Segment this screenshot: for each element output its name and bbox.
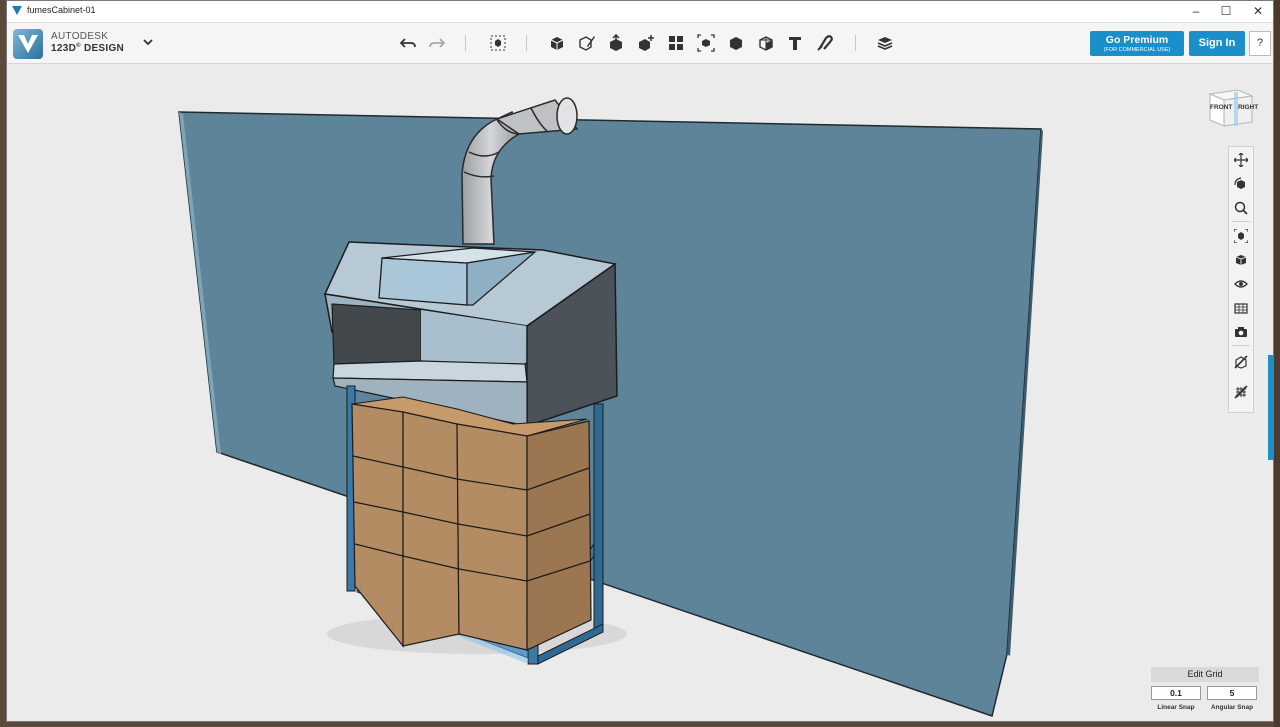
help-button[interactable]: ? (1249, 31, 1271, 56)
pan-icon[interactable] (1232, 151, 1250, 169)
3d-scene[interactable] (7, 64, 1274, 722)
combine-icon[interactable] (725, 32, 747, 54)
grid-panel: Edit Grid 0.1 5 Linear Snap Angular Snap (1151, 667, 1259, 717)
brand-product: 123D® DESIGN (51, 43, 125, 54)
side-panel-tab[interactable] (1268, 355, 1274, 460)
visibility-icon[interactable] (1232, 275, 1250, 293)
toolbar-divider (465, 35, 466, 51)
redo-icon[interactable] (426, 32, 448, 54)
fit-icon[interactable] (1232, 227, 1250, 245)
linear-snap-field[interactable]: 0.1 (1151, 686, 1201, 700)
zoom-icon[interactable] (1232, 199, 1250, 217)
edit-grid-button[interactable]: Edit Grid (1151, 667, 1259, 682)
hide-sketch-icon[interactable] (1232, 353, 1250, 371)
nav-divider (1232, 345, 1250, 346)
nav-divider (1232, 221, 1250, 222)
title-bar: fumesCabinet-01 – ☐ ✕ (7, 1, 1273, 23)
navigation-bar (1228, 146, 1254, 413)
text-icon[interactable] (784, 32, 806, 54)
primitives-icon[interactable] (546, 32, 568, 54)
linear-snap-label: Linear Snap (1157, 704, 1195, 711)
window-title: fumesCabinet-01 (27, 5, 96, 15)
snap-icon[interactable] (814, 32, 836, 54)
main-toolbar: AUTODESK 123D® DESIGN Go Premium (FOR CO… (7, 23, 1273, 64)
close-button[interactable]: ✕ (1243, 1, 1273, 22)
measure-icon[interactable] (755, 32, 777, 54)
material-icon[interactable] (874, 32, 896, 54)
hide-grid-icon[interactable] (1232, 383, 1250, 401)
3d-viewport[interactable]: FRONT RIGHT Edit Grid 0.1 5 Linear Snap … (7, 64, 1273, 721)
group-icon[interactable] (695, 32, 717, 54)
sketch-icon[interactable] (576, 32, 598, 54)
pattern-icon[interactable] (665, 32, 687, 54)
minimize-button[interactable]: – (1181, 1, 1211, 22)
material-view-icon[interactable] (1232, 299, 1250, 317)
toolbar-divider (526, 35, 527, 51)
view-cube-right[interactable]: RIGHT (1238, 104, 1258, 111)
angular-snap-field[interactable]: 5 (1207, 686, 1257, 700)
go-premium-button[interactable]: Go Premium (FOR COMMERCIAL USE) (1090, 31, 1184, 56)
cardboard-boxes[interactable] (351, 396, 592, 651)
app-logo-icon[interactable] (13, 29, 43, 59)
app-menu-chevron-icon[interactable] (143, 35, 153, 49)
perspective-icon[interactable] (1232, 251, 1250, 269)
view-cube-front[interactable]: FRONT (1210, 104, 1232, 111)
maximize-button[interactable]: ☐ (1211, 1, 1241, 22)
desktop-edge (1274, 0, 1280, 727)
orbit-icon[interactable] (1232, 175, 1250, 193)
camera-icon[interactable] (1232, 323, 1250, 341)
go-premium-sublabel: (FOR COMMERCIAL USE) (1103, 47, 1171, 53)
modify-icon[interactable] (635, 32, 657, 54)
sign-in-button[interactable]: Sign In (1189, 31, 1245, 56)
construct-icon[interactable] (605, 32, 627, 54)
undo-icon[interactable] (397, 32, 419, 54)
brand-company: AUTODESK (51, 31, 109, 42)
transform-icon[interactable] (487, 32, 509, 54)
app-window: fumesCabinet-01 – ☐ ✕ AUTODESK 123D® DES… (6, 0, 1274, 722)
go-premium-label: Go Premium (1105, 34, 1169, 46)
app-icon (12, 6, 22, 15)
view-cube[interactable]: FRONT RIGHT (1204, 78, 1258, 132)
angular-snap-label: Angular Snap (1210, 704, 1254, 711)
toolbar-divider (855, 35, 856, 51)
